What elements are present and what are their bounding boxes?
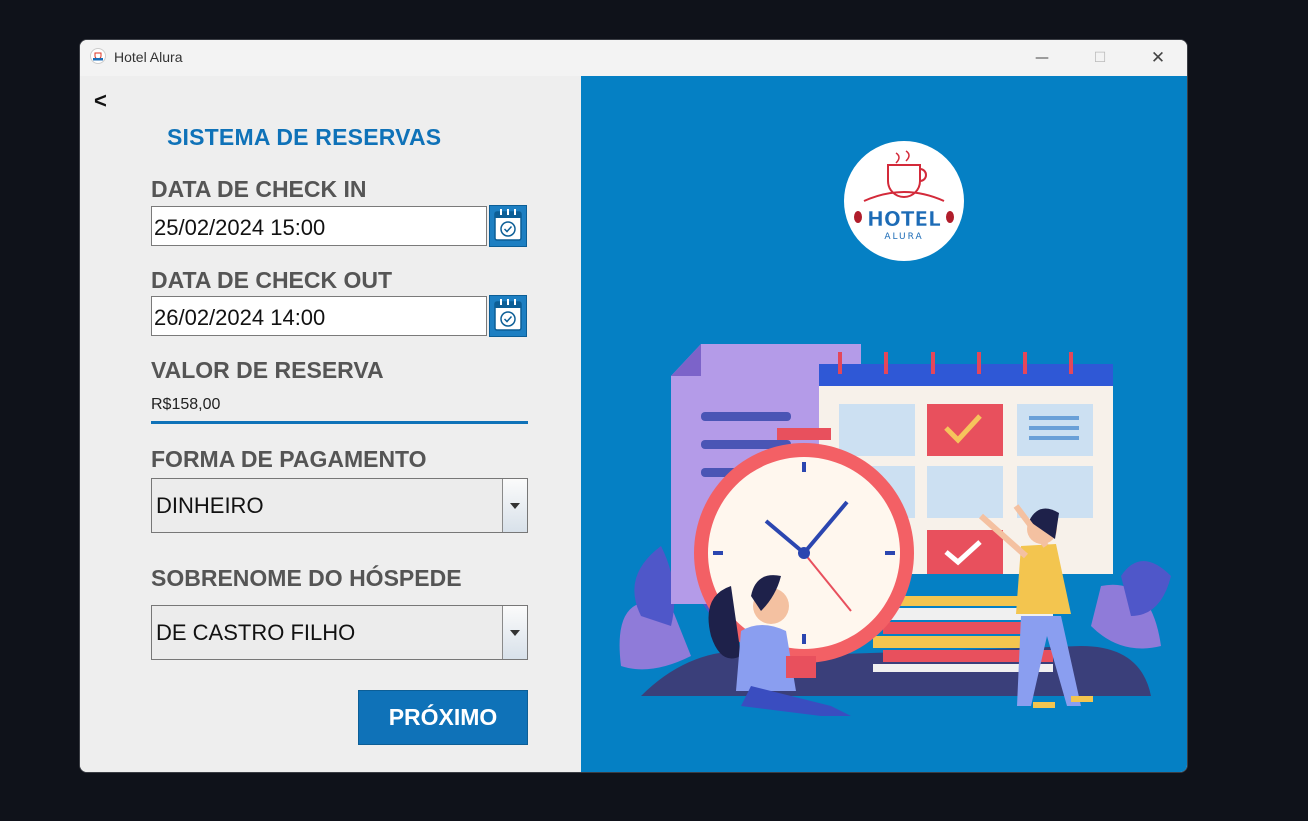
hospede-label: SOBRENOME DO HÓSPEDE xyxy=(151,565,462,591)
title-bar: Hotel Alura — ☐ ✕ xyxy=(80,40,1187,76)
chevron-down-icon xyxy=(510,629,520,636)
checkin-calendar-button[interactable] xyxy=(489,205,527,247)
reservation-form-panel: < SISTEMA DE RESERVAS DATA DE CHECK IN 2… xyxy=(80,76,581,772)
checkout-label: DATA DE CHECK OUT xyxy=(151,267,393,293)
maximize-icon: ☐ xyxy=(1093,50,1107,66)
minimize-button[interactable]: — xyxy=(1013,40,1071,76)
maximize-button[interactable]: ☐ xyxy=(1071,40,1129,76)
next-button[interactable]: PRÓXIMO xyxy=(358,690,528,745)
hotel-alura-logo: HOTEL ALURA xyxy=(844,141,964,261)
hospede-select[interactable]: DE CASTRO FILHO xyxy=(151,605,528,660)
chevron-down-icon xyxy=(510,502,520,509)
illustration-panel: HOTEL ALURA xyxy=(581,76,1187,772)
calendar-clock-illustration xyxy=(619,344,1171,716)
pagamento-selected: DINHEIRO xyxy=(156,493,264,518)
valor-underline xyxy=(151,421,528,424)
logo-hotel-text: HOTEL xyxy=(867,207,941,231)
pagamento-label: FORMA DE PAGAMENTO xyxy=(151,446,427,472)
calendar-check-icon xyxy=(494,209,522,241)
hospede-dropdown-button[interactable] xyxy=(502,606,527,659)
checkout-calendar-button[interactable] xyxy=(489,295,527,337)
back-button[interactable]: < xyxy=(94,88,107,114)
hotel-app-icon xyxy=(90,48,106,64)
close-icon: ✕ xyxy=(1150,48,1166,68)
minimize-icon: — xyxy=(1035,50,1049,66)
app-window: Hotel Alura — ☐ ✕ < SISTEMA DE RESERVAS … xyxy=(79,39,1188,773)
checkin-date-field[interactable]: 25/02/2024 15:00 xyxy=(151,206,487,246)
pagamento-select[interactable]: DINHEIRO xyxy=(151,478,528,533)
checkin-label: DATA DE CHECK IN xyxy=(151,176,367,202)
logo-alura-text: ALURA xyxy=(884,232,923,242)
hospede-selected: DE CASTRO FILHO xyxy=(156,620,356,645)
window-title: Hotel Alura xyxy=(114,49,183,65)
checkout-date-field[interactable]: 26/02/2024 14:00 xyxy=(151,296,487,336)
valor-label: VALOR DE RESERVA xyxy=(151,357,384,383)
close-button[interactable]: ✕ xyxy=(1129,40,1187,76)
page-title: SISTEMA DE RESERVAS xyxy=(167,124,442,150)
pagamento-dropdown-button[interactable] xyxy=(502,479,527,532)
coffee-cup-icon: HOTEL ALURA xyxy=(854,150,954,242)
calendar-check-icon xyxy=(494,299,522,331)
valor-value: R$158,00 xyxy=(151,396,221,413)
